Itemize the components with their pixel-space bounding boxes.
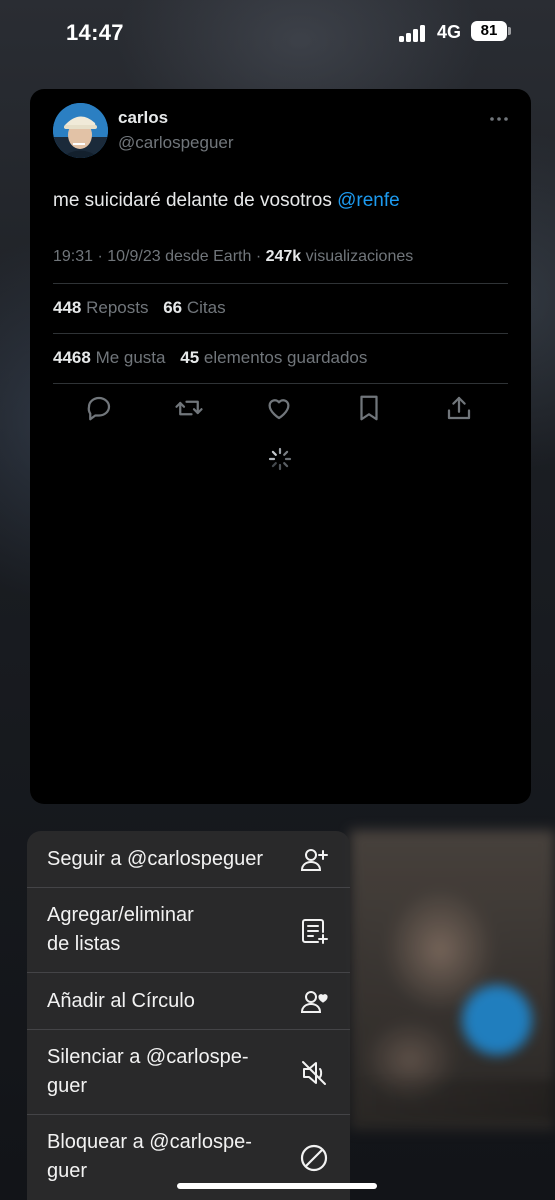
menu-item-label: Silenciar a @carlospe- guer <box>47 1046 249 1097</box>
like-icon[interactable] <box>264 393 294 423</box>
circle-user-icon <box>299 987 329 1017</box>
menu-item-circle[interactable]: Añadir al Círculo <box>27 973 350 1030</box>
menu-item-label: Añadir al Círculo <box>47 990 195 1012</box>
mention-link[interactable]: @renfe <box>337 190 400 211</box>
tweet-timestamp: 19:31 · 10/9/23 desde Earth · <box>53 248 262 265</box>
views-label: visualizaciones <box>305 248 414 265</box>
network-type: 4G <box>437 22 462 42</box>
reposts-count[interactable]: 448 <box>53 298 81 317</box>
reply-icon[interactable] <box>84 393 114 423</box>
battery-nub <box>508 27 511 35</box>
divider <box>53 383 508 384</box>
menu-item-label: Bloquear a @carlospe- guer <box>47 1131 252 1182</box>
menu-item-mute[interactable]: Silenciar a @carlospe- guer <box>27 1030 350 1115</box>
battery-icon: 81 <box>471 21 507 41</box>
status-bar: 14:47 4G 81 <box>0 0 555 66</box>
views-count: 247k <box>265 248 302 265</box>
divider <box>53 333 508 334</box>
author-name[interactable]: carlos <box>118 108 168 128</box>
tweet-body: me suicidaré delante de vosotros <box>53 190 332 211</box>
menu-item-label: Agregar/eliminar de listas <box>47 904 194 955</box>
bookmarks-label[interactable]: elementos guardados <box>204 348 368 367</box>
quotes-label[interactable]: Citas <box>187 298 226 317</box>
likes-label[interactable]: Me gusta <box>96 348 166 367</box>
repost-stats: 448 Reposts 66 Citas <box>53 298 226 318</box>
tweet-meta: 19:31 · 10/9/23 desde Earth · 247k visua… <box>53 248 413 266</box>
loading-spinner-icon <box>268 447 292 471</box>
menu-item-label: Seguir a @carlospeguer <box>47 848 263 870</box>
avatar[interactable] <box>53 103 108 158</box>
mute-icon <box>299 1058 329 1088</box>
context-menu: Seguir a @carlospeguer Agregar/eliminar … <box>27 831 350 1200</box>
menu-item-lists[interactable]: Agregar/eliminar de listas <box>27 888 350 973</box>
likes-count[interactable]: 4468 <box>53 348 91 367</box>
blurred-compose-button <box>462 985 532 1055</box>
signal-icon <box>399 24 429 42</box>
author-handle[interactable]: @carlospeguer <box>118 133 234 153</box>
home-indicator[interactable] <box>177 1183 377 1189</box>
menu-item-follow[interactable]: Seguir a @carlospeguer <box>27 831 350 888</box>
bookmark-icon[interactable] <box>354 393 384 423</box>
blurred-background-icons <box>350 1080 555 1120</box>
divider <box>53 283 508 284</box>
more-options-icon[interactable] <box>488 109 510 129</box>
quotes-count[interactable]: 66 <box>163 298 182 317</box>
reposts-label[interactable]: Reposts <box>86 298 148 317</box>
block-icon <box>299 1143 329 1173</box>
list-add-icon <box>299 916 329 946</box>
share-icon[interactable] <box>444 393 474 423</box>
bookmarks-count[interactable]: 45 <box>180 348 199 367</box>
tweet-text: me suicidaré delante de vosotros @renfe <box>53 190 400 212</box>
tweet-card[interactable]: carlos @carlospeguer me suicidaré delant… <box>30 89 531 804</box>
repost-icon[interactable] <box>174 393 204 423</box>
like-stats: 4468 Me gusta 45 elementos guardados <box>53 348 367 368</box>
follow-user-icon <box>299 845 329 875</box>
status-time: 14:47 <box>66 20 124 45</box>
tweet-actions <box>30 393 531 427</box>
